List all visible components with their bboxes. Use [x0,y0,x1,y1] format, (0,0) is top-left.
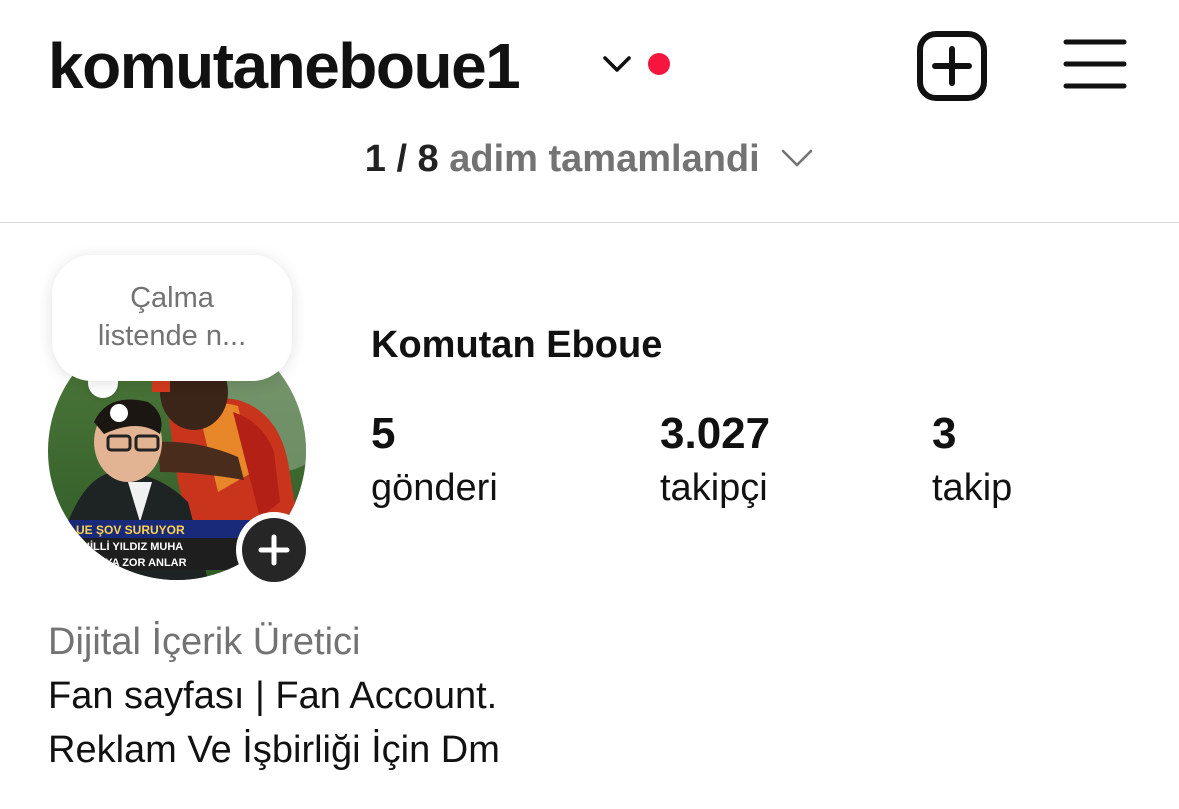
profile-category: Dijital İçerik Üretici [48,621,361,663]
stat-following[interactable]: 3 takip [932,408,1012,516]
avatar-caption: HİLLİ YILDIZ MUHA [82,540,183,553]
progress-text: adim tamamlandi [449,138,760,180]
chevron-down-icon [781,149,813,167]
stat-posts[interactable]: 5 gönderi [371,408,498,516]
avatar-caption: UE ŞOV SURUYOR [76,523,185,537]
note-bubble[interactable]: Çalma listende n... [52,255,292,381]
chevron-down-icon[interactable] [600,50,634,78]
stat-followers-count: 3.027 [660,409,771,458]
stat-followers-label: takipçi [660,467,768,509]
hamburger-menu-icon[interactable] [1060,36,1130,96]
bio-line: Fan sayfası | Fan Account. [48,675,498,717]
profile-setup-progress[interactable]: 1 / 8 adim tamamlandi [0,134,1179,186]
stat-posts-label: gönderi [371,467,498,509]
add-story-button[interactable] [236,512,312,588]
progress-count: 1 / 8 [364,138,439,180]
create-post-button[interactable] [916,30,988,102]
stat-posts-count: 5 [371,409,396,458]
note-text: Çalma listende n... [97,282,247,352]
plus-icon [258,534,290,566]
stat-following-count: 3 [932,409,957,458]
note-bubble-tail-dot [110,404,128,422]
stat-followers[interactable]: 3.027 takipçi [660,408,770,516]
profile-display-name: Komutan Eboue [371,324,663,366]
profile-username[interactable]: komutaneboue1 [48,28,521,104]
notification-dot [648,53,670,75]
header-divider [0,222,1179,223]
bio-line: Reklam Ve İşbirliği İçin Dm [48,729,500,771]
stat-following-label: takip [932,467,1013,509]
avatar-caption: LU'YA ZOR ANLAR [88,557,187,569]
